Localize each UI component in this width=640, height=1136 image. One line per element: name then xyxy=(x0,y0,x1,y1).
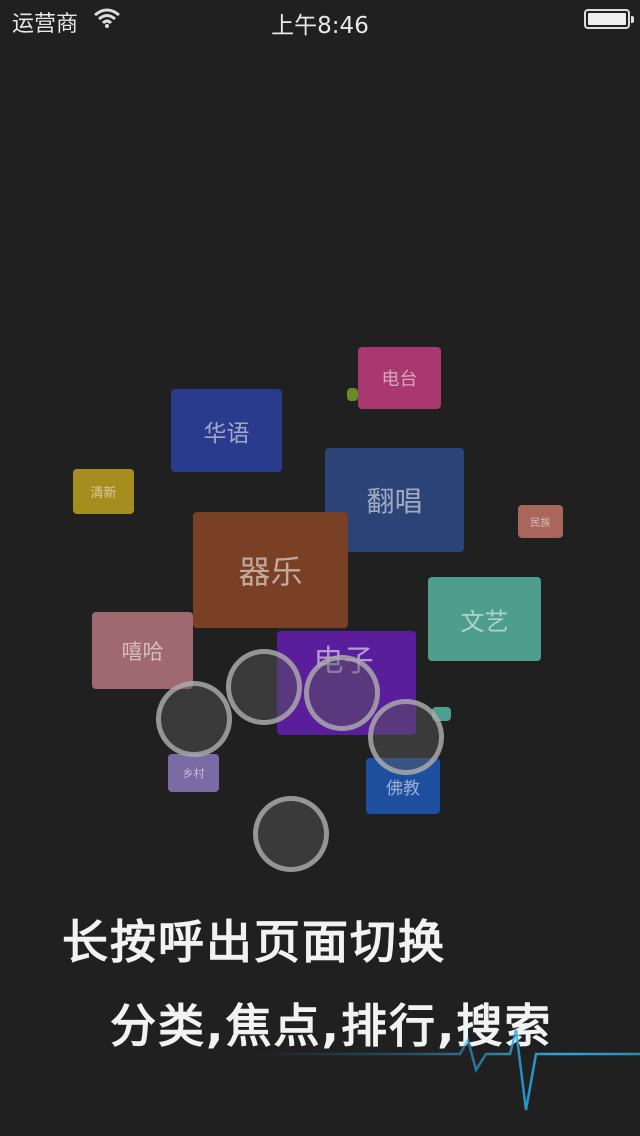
menu-circle-left[interactable] xyxy=(156,681,232,757)
tile-xiangcun[interactable]: 乡村 xyxy=(168,754,219,792)
tile-diantai[interactable]: 电台 xyxy=(358,347,441,409)
hint-line-1: 长按呼出页面切换 xyxy=(62,915,446,969)
menu-circle-right[interactable] xyxy=(368,699,444,775)
tile-label: 乡村 xyxy=(182,767,205,780)
tile-label: 器乐 xyxy=(238,553,303,591)
menu-circle-upper-right[interactable] xyxy=(304,655,380,731)
tile-huayu[interactable]: 华语 xyxy=(171,389,282,472)
tile-label: 翻唱 xyxy=(366,485,423,518)
battery-icon xyxy=(584,9,634,29)
tile-label: 民族 xyxy=(530,518,551,529)
tile-label: 佛教 xyxy=(386,778,420,799)
tile-label: 电台 xyxy=(381,369,418,390)
status-bar: 运营商 上午8:46 xyxy=(0,0,640,40)
heartbeat-line-decoration xyxy=(250,1029,640,1111)
tile-label: 嘻哈 xyxy=(121,639,164,664)
tile-label: 华语 xyxy=(203,420,250,447)
tile-qiyue[interactable]: 器乐 xyxy=(193,512,348,628)
tile-tiny-green[interactable] xyxy=(347,388,358,401)
menu-circle-center[interactable] xyxy=(253,796,329,872)
menu-circle-upper-left[interactable] xyxy=(226,649,302,725)
tile-label: 文艺 xyxy=(460,607,509,636)
tile-xiha[interactable]: 嘻哈 xyxy=(92,612,193,689)
clock: 上午8:46 xyxy=(271,13,369,39)
tile-wenyi[interactable]: 文艺 xyxy=(428,577,541,661)
tile-label: 清新 xyxy=(90,486,117,501)
tile-minzu[interactable]: 民族 xyxy=(518,505,563,538)
tile-qingxin[interactable]: 清新 xyxy=(73,469,134,514)
